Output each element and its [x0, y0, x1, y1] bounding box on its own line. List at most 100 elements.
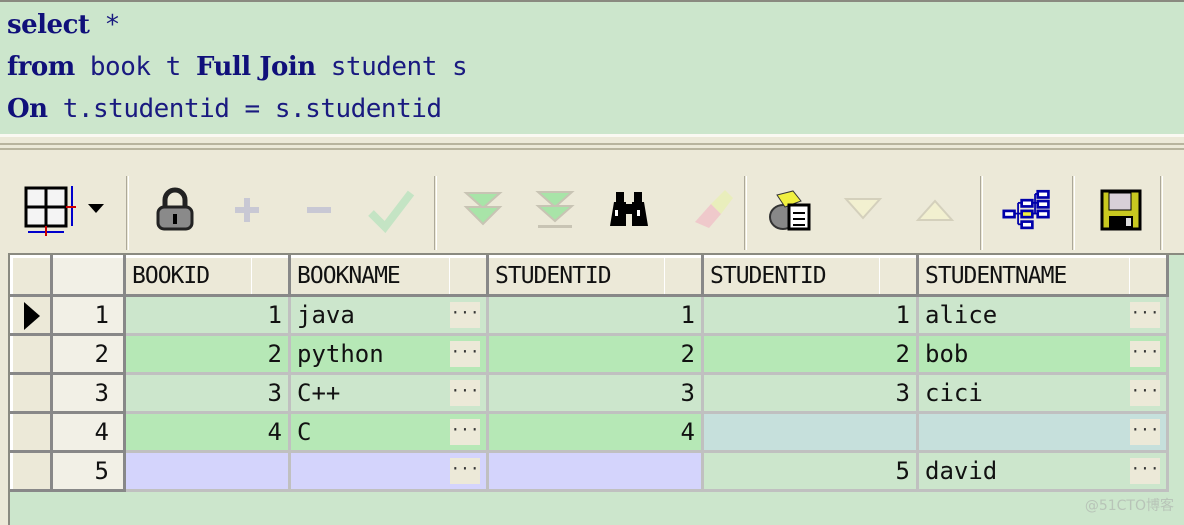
ellipsis-button[interactable]: ··· [1130, 458, 1160, 484]
ellipsis-button[interactable]: ··· [1130, 341, 1160, 367]
last-page-button[interactable] [530, 182, 580, 238]
ellipsis-button[interactable]: ··· [450, 341, 480, 367]
ellipsis-button[interactable]: ··· [1130, 380, 1160, 406]
explain-plan-button[interactable] [1002, 182, 1052, 238]
row-indicator [10, 372, 53, 414]
post-changes-button[interactable] [366, 182, 416, 238]
cell-bookid[interactable]: 3 [123, 372, 291, 414]
toolbar-separator [980, 176, 983, 250]
cell-t-studentid[interactable]: 4 [486, 411, 704, 453]
column-label: STUDENTID [710, 263, 827, 289]
query-by-example-button[interactable] [766, 182, 816, 238]
triangle-up-icon [915, 199, 955, 221]
cell-t-studentid[interactable] [486, 450, 704, 492]
sql-keyword: select [7, 10, 90, 40]
insert-record-button[interactable] [222, 182, 272, 238]
ellipsis-button[interactable]: ··· [450, 458, 480, 484]
cell-studentname[interactable]: ··· [916, 411, 1169, 453]
ellipsis-button[interactable]: ··· [1130, 419, 1160, 445]
lock-icon [156, 187, 194, 231]
cell-bookid[interactable]: 1 [123, 294, 291, 336]
table-row[interactable]: 5 ··· 5 david ··· [10, 450, 1169, 492]
row-indicator [10, 294, 53, 336]
lock-button[interactable] [150, 182, 200, 238]
cell-value: java [297, 301, 355, 329]
sql-line-1: select * [7, 6, 1184, 48]
find-button[interactable] [604, 182, 654, 238]
sql-editor[interactable]: select * from book t Full Join student s… [0, 0, 1184, 134]
cell-bookname[interactable]: python ··· [288, 333, 489, 375]
previous-record-button[interactable] [910, 182, 960, 238]
checkmark-icon [368, 190, 415, 233]
cell-s-studentid[interactable]: 2 [701, 333, 919, 375]
cell-bookname[interactable]: ··· [288, 450, 489, 492]
sql-text: * [89, 10, 121, 40]
column-header-bookid[interactable]: BOOKID [123, 255, 291, 297]
cell-bookname[interactable]: C ··· [288, 411, 489, 453]
column-label: BOOKNAME [297, 263, 401, 289]
eraser-icon [695, 190, 733, 228]
table-row[interactable]: 3 3 C++ ··· 3 3 cici ··· [10, 372, 1169, 414]
cell-s-studentid[interactable]: 5 [701, 450, 919, 492]
cell-value: python [297, 340, 384, 368]
table-row[interactable]: 1 1 java ··· 1 1 alice ··· [10, 294, 1169, 336]
next-page-button[interactable] [458, 182, 508, 238]
double-chevron-down-bar-icon [535, 191, 575, 228]
cell-bookid[interactable]: 2 [123, 333, 291, 375]
cell-studentname[interactable]: david ··· [916, 450, 1169, 492]
plus-icon [235, 198, 259, 222]
cell-s-studentid[interactable]: 1 [701, 294, 919, 336]
cell-bookid[interactable]: 4 [123, 411, 291, 453]
column-header-s-studentid[interactable]: STUDENTID [701, 255, 919, 297]
ellipsis-button[interactable]: ··· [450, 380, 480, 406]
row-number: 4 [50, 411, 126, 453]
minus-icon [307, 207, 331, 213]
rownum-header [50, 255, 126, 297]
cell-studentname[interactable]: cici ··· [916, 372, 1169, 414]
toolbar-separator [1160, 176, 1163, 250]
records-document-icon [769, 190, 811, 231]
cell-t-studentid[interactable]: 2 [486, 333, 704, 375]
row-indicator [10, 411, 53, 453]
column-header-bookname[interactable]: BOOKNAME [288, 255, 489, 297]
grid-options-button[interactable] [20, 182, 116, 238]
cell-s-studentid[interactable]: 3 [701, 372, 919, 414]
grid-icon [24, 186, 104, 236]
ellipsis-button[interactable]: ··· [450, 419, 480, 445]
splitter-handle[interactable] [0, 134, 1184, 152]
cell-t-studentid[interactable]: 3 [486, 372, 704, 414]
column-label: STUDENTNAME [925, 263, 1067, 289]
cell-bookid[interactable] [123, 450, 291, 492]
cell-value: alice [925, 301, 998, 329]
binoculars-icon [610, 192, 648, 226]
ellipsis-button[interactable]: ··· [1130, 302, 1160, 328]
table-row[interactable]: 4 4 C ··· 4 ··· [10, 411, 1169, 453]
cell-value: bob [925, 340, 969, 368]
sql-keyword: from [7, 52, 75, 82]
clear-button[interactable] [686, 182, 736, 238]
header-row: BOOKID BOOKNAME STUDENTID STUDENTID STUD… [10, 255, 1169, 297]
save-button[interactable] [1096, 182, 1146, 238]
row-number: 3 [50, 372, 126, 414]
results-table: BOOKID BOOKNAME STUDENTID STUDENTID STUD… [10, 255, 1169, 492]
cell-studentname[interactable]: alice ··· [916, 294, 1169, 336]
column-header-studentname[interactable]: STUDENTNAME [916, 255, 1169, 297]
cell-bookname[interactable]: java ··· [288, 294, 489, 336]
cell-value: C [297, 418, 312, 446]
cell-studentname[interactable]: bob ··· [916, 333, 1169, 375]
grid-toolbar [0, 152, 1184, 252]
cell-bookname[interactable]: C++ ··· [288, 372, 489, 414]
column-header-t-studentid[interactable]: STUDENTID [486, 255, 704, 297]
toolbar-separator [1072, 176, 1075, 250]
results-grid[interactable]: BOOKID BOOKNAME STUDENTID STUDENTID STUD… [8, 253, 1184, 525]
delete-record-button[interactable] [294, 182, 344, 238]
cell-value: david [925, 457, 998, 485]
next-record-button[interactable] [838, 182, 888, 238]
row-number: 2 [50, 333, 126, 375]
toolbar-separator [126, 176, 129, 250]
sql-text: student s [315, 52, 468, 82]
cell-t-studentid[interactable]: 1 [486, 294, 704, 336]
table-row[interactable]: 2 2 python ··· 2 2 bob ··· [10, 333, 1169, 375]
cell-s-studentid[interactable] [701, 411, 919, 453]
ellipsis-button[interactable]: ··· [450, 302, 480, 328]
